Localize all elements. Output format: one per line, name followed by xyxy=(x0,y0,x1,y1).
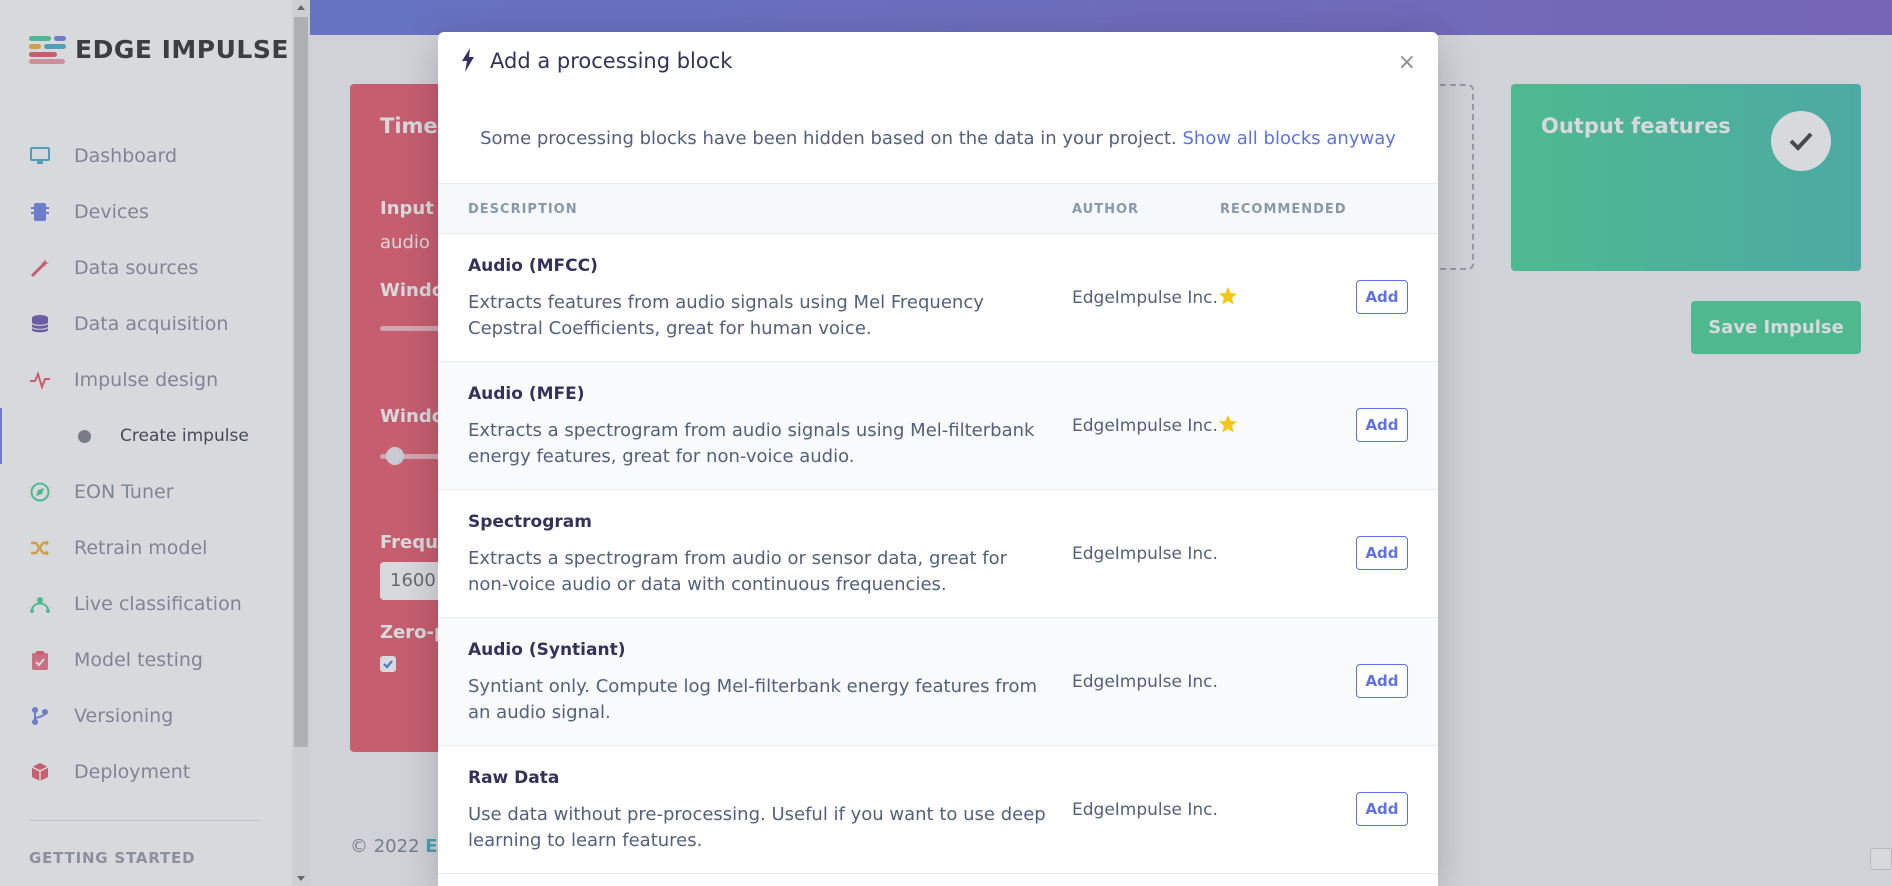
block-author: EdgeImpulse Inc. xyxy=(1072,672,1218,692)
bolt-icon xyxy=(462,48,474,72)
block-name: Spectrogram xyxy=(468,512,592,532)
block-name: Raw Data xyxy=(468,768,560,788)
block-description: Extracts features from audio signals usi… xyxy=(468,292,984,339)
block-description: Use data without pre-processing. Useful … xyxy=(468,804,1046,851)
modal-header: Add a processing block × xyxy=(438,32,1438,112)
show-all-blocks-link[interactable]: Show all blocks anyway xyxy=(1182,128,1395,149)
block-name: Audio (Syntiant) xyxy=(468,640,626,660)
column-author: AUTHOR xyxy=(1072,202,1140,217)
block-author: EdgeImpulse Inc. xyxy=(1072,800,1218,820)
add-block-button[interactable]: Add xyxy=(1356,792,1408,826)
modal-title: Add a processing block xyxy=(490,49,733,73)
hidden-blocks-notice: Some processing blocks have been hidden … xyxy=(438,128,1438,149)
table-header: DESCRIPTION AUTHOR RECOMMENDED xyxy=(438,183,1438,234)
notice-text: Some processing blocks have been hidden … xyxy=(480,128,1177,149)
table-row: Audio (MFCC) Extracts features from audi… xyxy=(438,234,1438,362)
block-name: Audio (MFCC) xyxy=(468,256,598,276)
block-author: EdgeImpulse Inc. xyxy=(1072,288,1218,308)
table-row: Audio (Syntiant) Syntiant only. Compute … xyxy=(438,618,1438,746)
block-author: EdgeImpulse Inc. xyxy=(1072,544,1218,564)
table-row: Spectrogram Extracts a spectrogram from … xyxy=(438,490,1438,618)
add-processing-block-modal: Add a processing block × Some processing… xyxy=(438,32,1438,886)
add-block-button[interactable]: Add xyxy=(1356,536,1408,570)
block-description: Extracts a spectrogram from audio signal… xyxy=(468,420,1035,467)
table-body: Audio (MFCC) Extracts features from audi… xyxy=(438,234,1438,874)
add-block-button[interactable]: Add xyxy=(1356,664,1408,698)
star-icon xyxy=(1219,287,1237,305)
block-description: Syntiant only. Compute log Mel-filterban… xyxy=(468,676,1038,723)
table-row: Raw Data Use data without pre-processing… xyxy=(438,746,1438,874)
add-block-button[interactable]: Add xyxy=(1356,280,1408,314)
column-description: DESCRIPTION xyxy=(468,202,578,217)
block-name: Audio (MFE) xyxy=(468,384,585,404)
close-button[interactable]: × xyxy=(1398,50,1416,75)
block-description: Extracts a spectrogram from audio or sen… xyxy=(468,548,1008,595)
add-block-button[interactable]: Add xyxy=(1356,408,1408,442)
block-author: EdgeImpulse Inc. xyxy=(1072,416,1218,436)
table-row: Audio (MFE) Extracts a spectrogram from … xyxy=(438,362,1438,490)
column-recommended: RECOMMENDED xyxy=(1220,202,1347,217)
processing-blocks-table: DESCRIPTION AUTHOR RECOMMENDED Audio (MF… xyxy=(438,183,1438,874)
star-icon xyxy=(1219,415,1237,433)
